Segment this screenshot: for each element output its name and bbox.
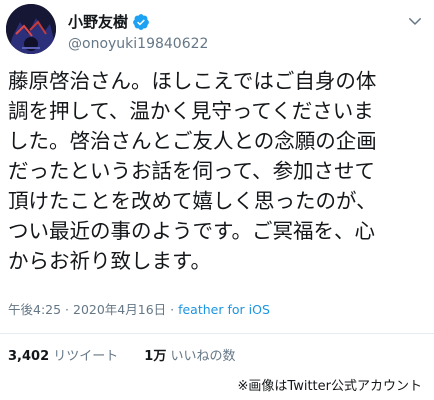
likes-stat[interactable]: 1万 いいねの数 <box>144 349 235 364</box>
likes-label: いいねの数 <box>170 349 236 364</box>
author-display-name[interactable]: 小野友樹 <box>68 12 128 32</box>
tweet-card: 小野友樹 @onoyuki19840622 藤原啓治さん。ほしこえではご自身の体… <box>0 0 434 400</box>
author-name-row[interactable]: 小野友樹 <box>68 12 150 32</box>
divider <box>0 333 434 334</box>
meta-separator: · <box>166 302 179 317</box>
chevron-down-icon[interactable] <box>406 12 424 30</box>
likes-count: 1万 <box>144 349 167 364</box>
tweet-text-line: 藤原啓治さん。ほしこえではご自身の体 <box>8 69 377 93</box>
tweet-text-line: 調を押して、温かく見守ってくださいま <box>8 99 374 123</box>
tweet-stats: 3,402 リツイート 1万 いいねの数 <box>8 348 235 366</box>
tweet-meta: 午後4:25 · 2020年4月16日 · feather for iOS <box>8 302 270 318</box>
avatar-photo <box>6 4 56 54</box>
retweets-stat[interactable]: 3,402 リツイート <box>8 349 118 364</box>
meta-separator: · <box>61 302 73 317</box>
tweet-text-line: つい最近の事のようです。ご冥福を、心 <box>8 219 375 243</box>
tweet-text-line: した。啓治さんとご友人との念願の企画 <box>8 129 377 153</box>
avatar[interactable] <box>6 4 56 54</box>
verified-badge-icon <box>133 14 149 30</box>
image-source-caption: ※画像はTwitter公式アカウント <box>237 379 422 394</box>
author-handle[interactable]: @onoyuki19840622 <box>68 35 208 53</box>
tweet-text-line: だったというお話を伺って、参加させて <box>8 159 375 183</box>
tweet-text: 藤原啓治さん。ほしこえではご自身の体 調を押して、温かく見守ってくださいま した… <box>8 66 430 276</box>
tweet-text-line: からお祈り致します。 <box>8 249 211 273</box>
retweets-label: リツイート <box>53 349 119 364</box>
tweet-text-line: 頂けたことを改めて嬉しく思ったのが、 <box>8 189 377 213</box>
retweets-count: 3,402 <box>8 349 50 364</box>
tweet-source-link[interactable]: feather for iOS <box>178 302 270 317</box>
tweet-date[interactable]: 2020年4月16日 <box>73 302 166 317</box>
tweet-time[interactable]: 午後4:25 <box>8 302 61 317</box>
